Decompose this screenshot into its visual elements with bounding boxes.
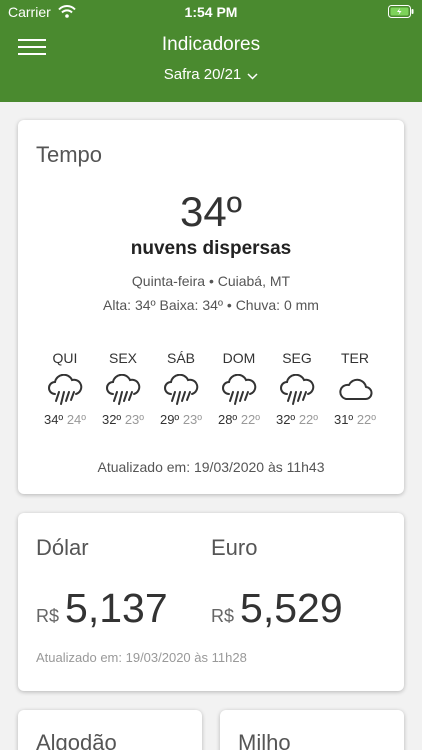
currency-card: Dólar R$ 5,137 Euro R$ 5,529 Atualizado em… (18, 513, 404, 691)
cotton-label: Algodão (36, 730, 117, 750)
forecast-high: 32º (101, 412, 122, 427)
euro-label: Euro (211, 535, 258, 560)
forecast-day: QUI 34º 24º (34, 350, 96, 427)
dollar-rate: 5,137 (65, 585, 168, 631)
weather-updated-text: Atualizado em: 19/03/2020 às 11h43 (97, 459, 325, 475)
weather-title: Tempo (36, 142, 103, 167)
chevron-down-icon (247, 67, 258, 84)
season-selector[interactable]: Safra 20/21 (0, 66, 422, 84)
season-label: Safra 20/21 (163, 66, 242, 83)
forecast-day: DOM 28º 22º (208, 350, 270, 427)
rain-cloud-icon (164, 374, 199, 405)
currency-updated-text: Atualizado em: 19/03/2020 às 11h28 (36, 650, 247, 665)
forecast-high: 31º (333, 412, 354, 427)
forecast-day-label: SÁB (166, 350, 195, 366)
rain-cloud-icon (106, 374, 141, 405)
cotton-card[interactable]: Algodão (18, 710, 202, 750)
forecast-low: 24º (66, 412, 87, 427)
rain-cloud-icon (222, 374, 257, 405)
battery-icon (388, 5, 414, 21)
corn-label: Milho (238, 730, 291, 750)
forecast-high: 34º (43, 412, 64, 427)
forecast-high: 32º (275, 412, 296, 427)
forecast-day: SEX 32º 23º (92, 350, 154, 427)
forecast-day: SÁB 29º 23º (150, 350, 212, 427)
cloud-icon (339, 378, 373, 400)
euro-value: R$ 5,529 (211, 585, 343, 632)
dollar-value: R$ 5,137 (36, 585, 168, 632)
rain-cloud-icon (48, 374, 83, 405)
clock: 1:54 PM (184, 4, 238, 20)
forecast-day-label: SEG (282, 350, 312, 366)
current-temperature: 34º (179, 188, 243, 235)
weather-description: nuvens dispersas (130, 238, 292, 259)
forecast-row: QUI 34º 24º SEX 32º 23º SÁB 29º 23º DOM … (34, 350, 390, 440)
forecast-day-label: SEX (108, 350, 137, 366)
forecast-high: 29º (159, 412, 180, 427)
forecast-high: 28º (217, 412, 238, 427)
corn-card[interactable]: Milho (220, 710, 404, 750)
app-header: Indicadores Safra 20/21 (0, 24, 422, 102)
forecast-day: TER 31º 22º (324, 350, 386, 427)
euro-currency-symbol: R$ (211, 606, 235, 626)
forecast-day-label: DOM (222, 350, 256, 366)
weather-card: Tempo 34º nuvens dispersas Quinta-feira … (18, 120, 404, 494)
forecast-day-label: QUI (52, 350, 78, 366)
status-bar: Carrier 1:54 PM (0, 0, 422, 24)
forecast-day-label: TER (341, 350, 369, 366)
dollar-label: Dólar (36, 535, 89, 560)
forecast-low: 23º (124, 412, 145, 427)
forecast-day: SEG 32º 22º (266, 350, 328, 427)
dollar-currency-symbol: R$ (36, 606, 60, 626)
page-title: Indicadores (161, 34, 261, 55)
euro-rate: 5,529 (240, 585, 343, 631)
forecast-low: 22º (240, 412, 261, 427)
forecast-low: 22º (356, 412, 377, 427)
weather-stats: Alta: 34º Baixa: 34º • Chuva: 0 mm (103, 297, 319, 313)
rain-cloud-icon (280, 374, 315, 405)
forecast-low: 22º (298, 412, 319, 427)
forecast-low: 23º (182, 412, 203, 427)
weather-location: Quinta-feira • Cuiabá, MT (131, 273, 291, 289)
